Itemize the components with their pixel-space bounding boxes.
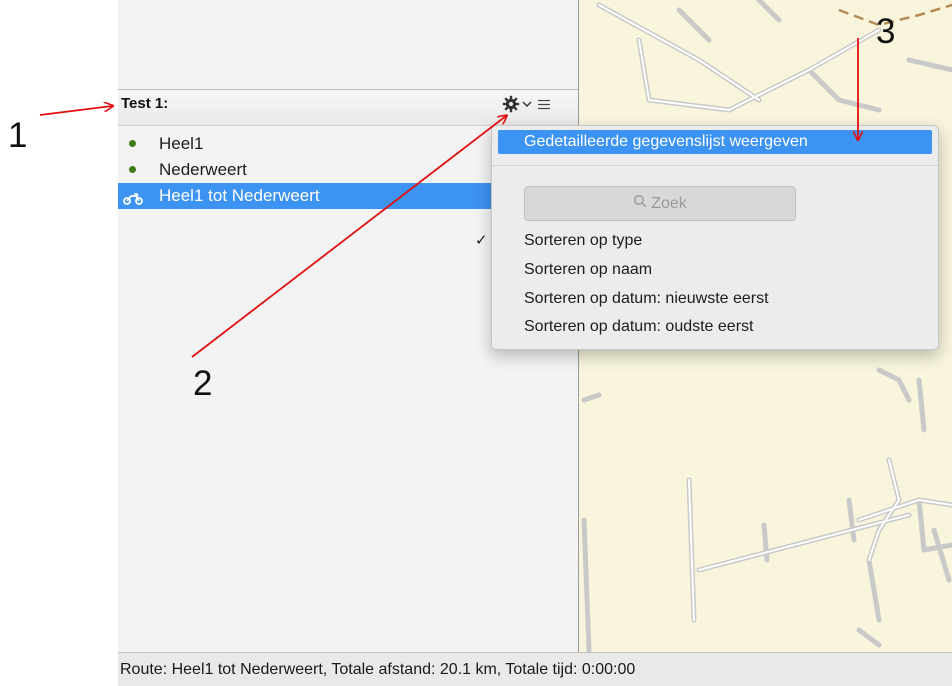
list-header: Test 1: <box>118 91 578 126</box>
list-item-label: Heel1 tot Nederweert <box>159 186 320 205</box>
menu-item-sort-oldest[interactable]: Sorteren op datum: oudste eerst <box>498 315 932 339</box>
waypoint-dot-icon <box>129 140 136 147</box>
gear-icon[interactable] <box>502 95 520 116</box>
waypoint-dot-icon <box>129 166 136 173</box>
menu-item-label: Sorteren op type <box>524 232 643 249</box>
menu-item-detailed-list[interactable]: Gedetailleerde gegevenslijst weergeven <box>498 130 932 154</box>
menu-item-sort-newest[interactable]: Sorteren op datum: nieuwste eerst <box>498 287 932 311</box>
list-title: Test 1: <box>121 95 169 112</box>
annotation-number-2: 2 <box>193 364 213 403</box>
list-item-label: Heel1 <box>159 134 204 153</box>
status-text: Route: Heel1 tot Nederweert, Totale afst… <box>120 661 636 678</box>
menu-separator <box>492 165 938 166</box>
menu-item-sort-name[interactable]: Sorteren op naam <box>498 258 932 282</box>
list-item-label: Nederweert <box>159 160 247 179</box>
chevron-down-icon[interactable] <box>522 97 532 114</box>
list-icon[interactable] <box>537 97 551 114</box>
options-menu: Gedetailleerde gegevenslijst weergeven Z… <box>475 125 939 350</box>
search-icon <box>633 187 647 220</box>
motorcycle-icon <box>123 188 143 205</box>
search-placeholder: Zoek <box>651 195 687 212</box>
annotation-number-1: 1 <box>8 116 28 155</box>
sidebar-top-area <box>118 0 578 90</box>
status-bar: Route: Heel1 tot Nederweert, Totale afst… <box>118 652 952 686</box>
annotation-arrow-1 <box>39 106 112 116</box>
checkmark-icon: ✓ <box>475 232 488 249</box>
search-input[interactable]: Zoek <box>524 186 796 221</box>
annotation-number-3: 3 <box>876 12 896 51</box>
menu-item-sort-type[interactable]: ✓ Sorteren op type <box>475 229 932 253</box>
